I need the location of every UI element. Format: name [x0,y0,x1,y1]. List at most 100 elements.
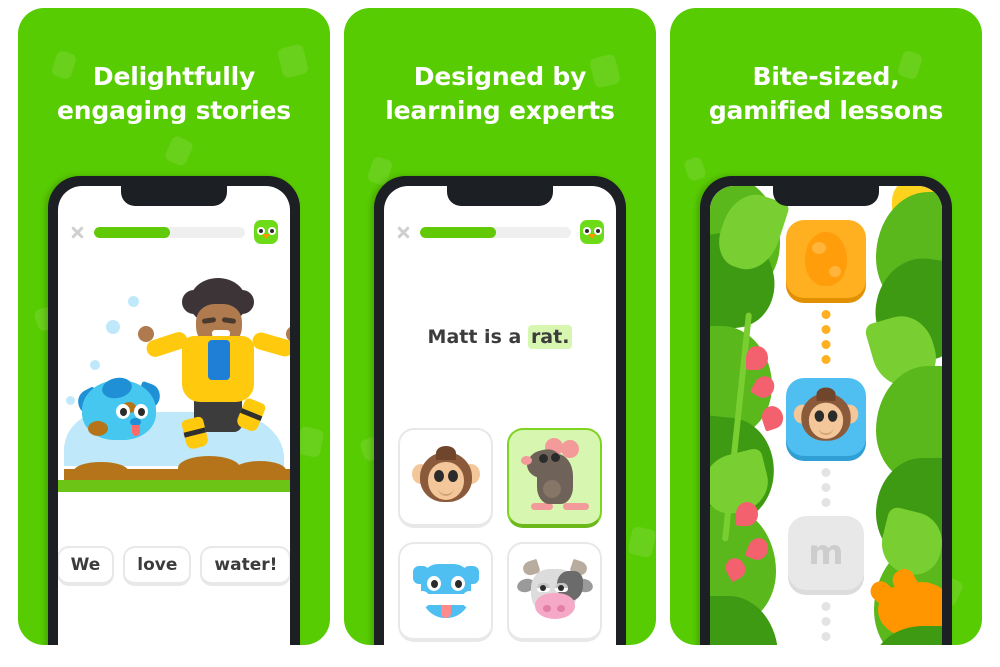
boy-arm-right [250,330,290,359]
path-dot [821,468,831,477]
rat-snout [520,456,532,465]
lesson-progress-fill [420,226,496,238]
panel-headline: Delightfully engaging stories [36,60,312,127]
cow-nostril-left [542,605,551,612]
headline-line-1: Designed by [413,62,587,91]
boy-hand-left [138,326,154,342]
rat-ear-right [560,440,579,458]
promo-panels-row: Delightfully engaging stories We love wa… [0,0,1000,667]
path-dots-3 [821,596,831,645]
monkey-tuft [435,446,456,460]
duo-beak [262,234,270,239]
answer-choice-cow[interactable] [507,542,602,642]
phone-notch [121,186,227,206]
cow-eyelid [554,583,568,588]
close-x-icon[interactable] [396,225,411,240]
panel-headline: Bite-sized, gamified lessons [688,60,964,127]
phone-notch [447,186,553,206]
confetti-square [627,525,656,559]
duo-owl-icon[interactable] [580,220,604,244]
word-tile[interactable]: love [123,546,192,586]
splash-droplet [128,296,139,307]
boy-brow-right [221,317,237,324]
story-illustration [58,256,290,492]
word-tile[interactable]: water! [200,546,290,586]
boy-brow-left [201,317,217,324]
monkey-snout [437,486,454,496]
headline-line-1: Bite-sized, [752,62,900,91]
headline-line-2: learning experts [385,95,615,125]
dog-eye-left [116,404,130,419]
rat-foot-right [562,503,589,510]
monkey-face [808,402,844,439]
path-dot [821,602,831,611]
path-dot [821,355,831,364]
rat-belly [542,480,561,498]
lesson-header [384,220,616,244]
headline-line-1: Delightfully [92,62,256,91]
dog-eye-left [426,576,441,591]
phone-screen: m 1 [710,186,942,645]
monkey-icon [411,446,480,506]
dog-eye-right [450,576,465,591]
boy-shirt [208,340,230,380]
monkey-eye-left [814,410,825,422]
sentence-highlight: rat. [527,325,573,349]
cow-eye-right [554,583,568,592]
answer-choice-dog[interactable] [398,542,493,642]
phone-mockup-exercise: Matt is a rat. [374,176,626,645]
lesson-progress-bar [420,226,571,238]
dog-tongue [132,425,140,436]
path-dots-1 [821,304,831,370]
duo-owl-icon[interactable] [254,220,278,244]
splash-droplet [106,320,120,334]
blue-dog-character [73,372,164,444]
mud-splotch [88,421,108,436]
dog-tongue [440,604,451,618]
lesson-node-monkey[interactable] [786,378,866,456]
path-dots-2 [821,462,831,513]
lesson-node-locked-m[interactable]: m [788,516,864,590]
rat-eye-left [538,454,548,463]
splash-droplet [90,360,100,370]
sentence-prefix: Matt is a [427,326,528,348]
mud-mound [74,462,128,480]
dog-face [114,402,156,436]
cow-eyelid [536,583,550,588]
path-dot [821,340,831,349]
cow-icon [515,558,594,621]
path-dot [821,632,831,641]
rat-foot-left [530,503,553,510]
path-dot [821,325,831,334]
panel-bite-sized-gamified-lessons: Bite-sized, gamified lessons m [670,8,982,645]
mud-mound [178,456,240,480]
monkey-eye-right [827,410,838,422]
answer-choice-rat[interactable] [507,428,602,528]
duo-beak [588,234,596,239]
answer-choice-grid [398,428,602,642]
jungle-berry [746,346,768,370]
cow-nostril-right [556,605,565,612]
word-tile[interactable]: We [58,546,115,586]
confetti-square [163,134,195,168]
splash-droplet [66,396,75,405]
close-x-icon[interactable] [70,225,85,240]
lesson-progress-bar [94,226,245,238]
jungle-leaf [710,596,778,645]
dog-eye-right [134,404,148,419]
phone-screen: Matt is a rat. [384,186,616,645]
lesson-node-label: m [808,533,844,573]
headline-line-2: engaging stories [57,95,291,125]
lesson-header [58,220,290,244]
lesson-node-egg[interactable] [786,220,866,298]
grass-strip [58,480,290,492]
cow-eye-left [536,583,550,592]
mud-mound [234,461,286,480]
lesson-progress-fill [94,226,170,238]
dog-bone [414,591,477,608]
monkey-eye-left [433,470,444,482]
panel-headline: Designed by learning experts [362,60,638,127]
egg-icon [805,232,847,286]
answer-choice-monkey[interactable] [398,428,493,528]
monkey-face [427,462,464,500]
